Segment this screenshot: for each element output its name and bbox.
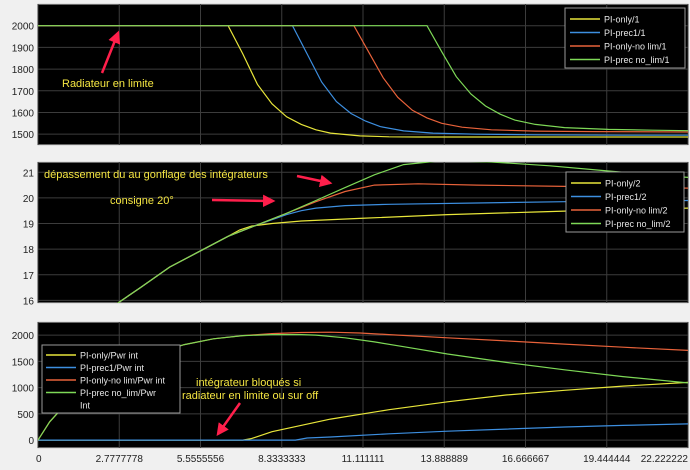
annotation-integrateur-line2: radiateur en limite ou sur off (182, 390, 319, 402)
annotation-radiateur-en-limite: Radiateur en limite (62, 78, 154, 90)
x-tick-label: 5.5555556 (177, 454, 225, 465)
y-tick-label: 16 (23, 296, 35, 307)
y-tick-label: 2000 (12, 331, 35, 342)
legend-label: PI-prec1/Pwr int (80, 363, 145, 373)
x-tick-label: 13.888889 (421, 454, 469, 465)
y-tick-label: 1800 (12, 65, 35, 76)
y-tick-label: 1900 (12, 43, 35, 54)
y-tick-label: 0 (28, 436, 34, 447)
legend-label: PI-only/1 (604, 15, 640, 25)
panel-integrator-power: 0 500 1000 1500 2000 0 2.7777778 5.5555556 8.33… (12, 321, 689, 465)
panel-room-temperature: 16 17 18 19 20 21 PI-only/2 PI-prec1/2 PI-only-… (23, 161, 689, 307)
annotation-integrateur-line1: intégrateur bloqués si (196, 377, 301, 389)
x-tick-label: 16.666667 (502, 454, 550, 465)
arrow-consigne (211, 194, 276, 208)
y-tick-label: 1500 (12, 130, 35, 141)
legend-label: PI-prec1/2 (605, 192, 647, 202)
x-tick-label: 0 (36, 454, 42, 465)
y-tick-label: 1700 (12, 87, 35, 98)
x-tick-label: 2.7777778 (96, 454, 144, 465)
y-ticks-3: 0 500 1000 1500 2000 (12, 331, 35, 447)
legend-label: PI-only-no lim/1 (604, 42, 667, 52)
legend-label: PI-only/2 (605, 179, 641, 189)
legend-label: PI-only/Pwr int (80, 351, 139, 361)
y-tick-label: 18 (23, 245, 35, 256)
legend-3: PI-only/Pwr int PI-prec1/Pwr int PI-only-n… (41, 344, 181, 414)
y-tick-label: 500 (17, 410, 34, 421)
x-tick-label: 11.111111 (342, 454, 385, 465)
annotation-consigne: consigne 20° (110, 195, 174, 207)
legend-2: PI-only/2 PI-prec1/2 PI-only-no lim/2 PI-pr… (565, 171, 685, 233)
y-tick-label: 21 (23, 168, 35, 179)
y-tick-label: 2000 (12, 22, 35, 33)
y-ticks-2: 16 17 18 19 20 21 (23, 168, 35, 307)
legend-label: PI-only-no lim/2 (605, 206, 668, 216)
y-tick-label: 19 (23, 220, 35, 231)
x-tick-label: 22.222222 (641, 454, 689, 465)
y-ticks-1: 1500 1600 1700 1800 1900 2000 (12, 22, 35, 141)
legend-1: PI-only/1 PI-prec1/1 PI-only-no lim/1 PI-pr… (564, 7, 686, 69)
scope-figure: 150016001700180019002000 PI-only/1PI-pre… (12, 3, 689, 465)
legend-label: PI-prec no_lim/2 (605, 219, 671, 229)
x-tick-label: 19.444444 (583, 454, 631, 465)
panel-temperature-radiator: 1500 1600 1700 1800 1900 2000 PI-only/1 PI-pre… (12, 3, 689, 146)
y-tick-label: 20 (23, 194, 35, 205)
legend-label: PI-prec no_lim/1 (604, 55, 670, 65)
legend-label: PI-prec1/1 (604, 28, 646, 38)
y-tick-label: 1600 (12, 108, 35, 119)
y-tick-label: 17 (23, 271, 35, 282)
y-tick-label: 1500 (12, 357, 35, 368)
x-ticks: 0 2.7777778 5.5555556 8.3333333 11.111111 13.… (36, 454, 688, 465)
y-tick-label: 1000 (12, 384, 35, 395)
legend-label: Int (80, 401, 91, 411)
annotation-depassement: dépassement du au gonflage des intégrate… (44, 169, 268, 181)
legend-label: PI-only-no lim/Pwr int (80, 376, 166, 386)
legend-label: PI-prec no_lim/Pwr (80, 388, 156, 398)
x-tick-label: 8.3333333 (258, 454, 306, 465)
